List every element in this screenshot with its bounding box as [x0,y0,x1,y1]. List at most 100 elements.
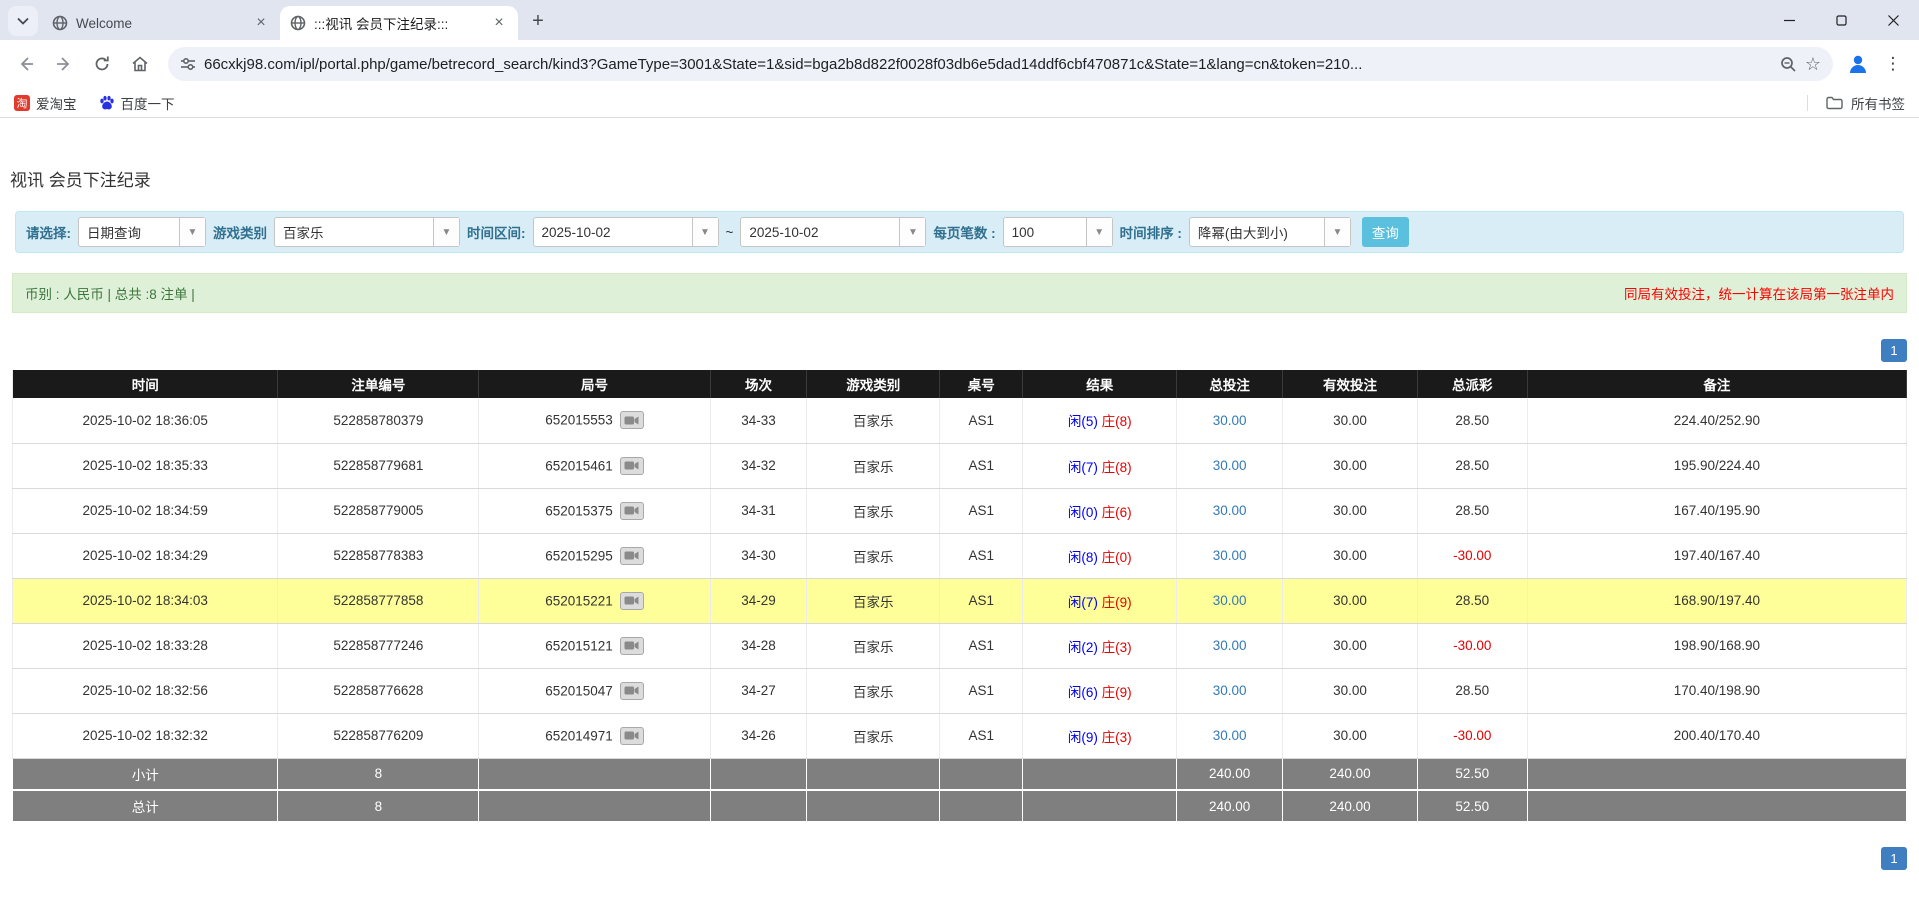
zoom-icon[interactable] [1780,56,1797,73]
page-button-1[interactable]: 1 [1881,847,1907,870]
cell-session: 34-28 [710,623,807,668]
summary-cell: 8 [278,790,479,822]
video-replay-button[interactable] [620,502,644,520]
home-button[interactable] [124,48,156,80]
cell-table-no: AS1 [940,488,1023,533]
cell-table-no: AS1 [940,533,1023,578]
page-title: 视讯 会员下注纪录 [10,166,1919,191]
chevron-down-icon[interactable]: ▼ [179,218,205,246]
query-mode-select[interactable]: 日期查询 ▼ [78,217,206,247]
cell-time: 2025-10-02 18:36:05 [13,398,278,443]
tab-welcome[interactable]: Welcome × [42,6,280,40]
chevron-down-icon[interactable]: ▼ [692,218,718,246]
cell-session: 34-29 [710,578,807,623]
cell-remark: 224.40/252.90 [1527,398,1906,443]
bookmark-aitaobao[interactable]: 淘 爱淘宝 [14,93,77,113]
cell-remark: 167.40/195.90 [1527,488,1906,533]
chevron-down-icon[interactable]: ▼ [1324,218,1350,246]
tab-search-button[interactable] [8,6,38,36]
cell-valid-bet: 30.00 [1283,713,1418,758]
bookmark-star-icon[interactable]: ☆ [1805,55,1821,73]
cell-result: 闲(6) 庄(9) [1023,668,1177,713]
cell-valid-bet: 30.00 [1283,443,1418,488]
new-tab-button[interactable]: + [524,7,552,35]
column-header: 注单编号 [278,370,479,398]
cell-total-bet[interactable]: 30.00 [1177,488,1283,533]
video-replay-button[interactable] [620,637,644,655]
page-size-select[interactable]: 100 ▼ [1003,217,1113,247]
sort-order-select[interactable]: 降幂(由大到小) ▼ [1189,217,1351,247]
browser-toolbar: 66cxkj98.com/ipl/portal.php/game/betreco… [0,40,1919,88]
chevron-down-icon[interactable]: ▼ [1086,218,1112,246]
cell-total-bet[interactable]: 30.00 [1177,443,1283,488]
cell-time: 2025-10-02 18:33:28 [13,623,278,668]
sort-label: 时间排序 : [1120,222,1182,242]
tab-bar: Welcome × :::视讯 会员下注纪录::: × + [0,0,1919,40]
pagination-top: 1 [12,339,1907,362]
video-replay-button[interactable] [620,457,644,475]
close-tab-icon[interactable]: × [252,14,270,32]
cell-bet-id: 522858779005 [278,488,479,533]
video-replay-button[interactable] [620,592,644,610]
search-button[interactable]: 查询 [1362,217,1409,247]
cell-total-bet[interactable]: 30.00 [1177,713,1283,758]
column-header: 结果 [1023,370,1177,398]
video-replay-button[interactable] [620,411,644,429]
page-button-1[interactable]: 1 [1881,339,1907,362]
cell-remark: 198.90/168.90 [1527,623,1906,668]
column-header: 备注 [1527,370,1906,398]
bookmark-baidu[interactable]: 百度一下 [99,93,175,113]
cell-session: 34-31 [710,488,807,533]
cell-time: 2025-10-02 18:32:56 [13,668,278,713]
cell-total-bet[interactable]: 30.00 [1177,578,1283,623]
date-to-select[interactable]: 2025-10-02 ▼ [740,217,926,247]
table-row: 2025-10-02 18:34:29522858778383652015295… [13,533,1907,578]
cell-payout: 28.50 [1417,443,1527,488]
summary-cell: 总计 [13,790,278,822]
date-from-select[interactable]: 2025-10-02 ▼ [533,217,719,247]
cell-total-bet[interactable]: 30.00 [1177,533,1283,578]
video-replay-button[interactable] [620,682,644,700]
refresh-button[interactable] [86,48,118,80]
tab-betrecord[interactable]: :::视讯 会员下注纪录::: × [280,6,518,40]
video-replay-button[interactable] [620,727,644,745]
profile-avatar[interactable] [1845,51,1871,77]
cell-payout: 28.50 [1417,668,1527,713]
all-bookmarks[interactable]: 所有书签 [1807,93,1905,113]
cell-bet-id: 522858777858 [278,578,479,623]
column-header: 场次 [710,370,807,398]
close-tab-icon[interactable]: × [490,14,508,32]
site-info-icon[interactable] [180,56,196,72]
cell-payout: -30.00 [1417,713,1527,758]
person-icon [1846,52,1870,76]
address-bar[interactable]: 66cxkj98.com/ipl/portal.php/game/betreco… [168,47,1833,81]
chevron-down-icon[interactable]: ▼ [433,218,459,246]
cell-bet-id: 522858776209 [278,713,479,758]
browser-menu-button[interactable]: ⋮ [1877,48,1909,80]
close-window-button[interactable] [1867,0,1919,40]
summary-cell: 240.00 [1177,790,1283,822]
cell-valid-bet: 30.00 [1283,578,1418,623]
minimize-button[interactable] [1763,0,1815,40]
chevron-down-icon[interactable]: ▼ [899,218,925,246]
cell-total-bet[interactable]: 30.00 [1177,668,1283,713]
forward-button[interactable] [48,48,80,80]
back-button[interactable] [10,48,42,80]
summary-cell [710,790,807,822]
bookmarks-bar: 淘 爱淘宝 百度一下 所有书签 [0,88,1919,118]
summary-cell [479,758,710,790]
video-camera-icon [624,640,639,651]
summary-cell [1023,758,1177,790]
cell-valid-bet: 30.00 [1283,668,1418,713]
cell-total-bet[interactable]: 30.00 [1177,623,1283,668]
maximize-button[interactable] [1815,0,1867,40]
select-label: 请选择: [26,222,71,242]
url-text[interactable]: 66cxkj98.com/ipl/portal.php/game/betreco… [204,56,1772,73]
cell-result: 闲(5) 庄(8) [1023,398,1177,443]
folder-icon [1826,96,1843,110]
cell-total-bet[interactable]: 30.00 [1177,398,1283,443]
video-replay-button[interactable] [620,547,644,565]
game-type-select[interactable]: 百家乐 ▼ [274,217,460,247]
cell-round-id: 652015553 [479,398,710,443]
cell-remark: 170.40/198.90 [1527,668,1906,713]
